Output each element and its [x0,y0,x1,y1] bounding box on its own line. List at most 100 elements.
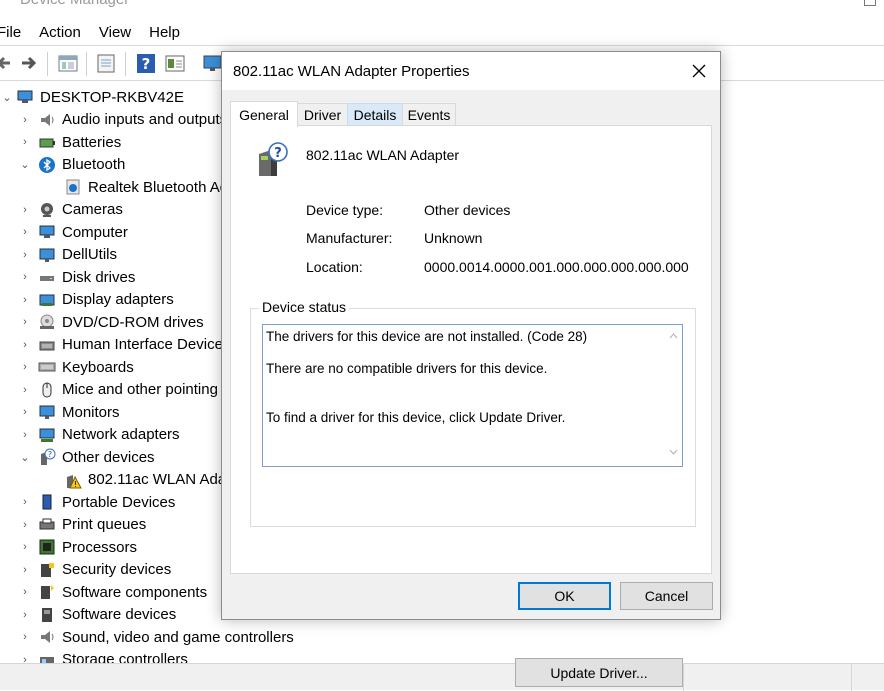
chevron-right-icon[interactable]: › [18,384,32,396]
device-name: 802.11ac WLAN Adapter [306,147,460,163]
window-title: Device Manager [0,0,129,11]
chevron-right-icon[interactable]: › [18,406,32,418]
speaker-icon [38,111,56,129]
manufacturer-label: Manufacturer: [306,230,393,246]
forward-arrow-icon[interactable] [18,53,40,74]
tree-item[interactable]: › Human Interface Devices [18,334,230,356]
chevron-down-icon[interactable]: ⌄ [0,91,14,104]
properties-grid-icon[interactable] [57,53,79,74]
chevron-right-icon[interactable]: › [18,519,32,531]
tree-item[interactable]: › Software components [18,581,207,603]
chevron-down-icon[interactable]: ⌄ [18,451,32,464]
tree-item[interactable]: › Batteries [18,131,121,153]
chevron-right-icon[interactable]: › [18,249,32,261]
chevron-right-icon[interactable]: › [18,114,32,126]
console-icon[interactable] [164,53,186,74]
chevron-down-icon[interactable]: ⌄ [18,158,32,171]
camera-icon [38,201,56,219]
tree-item-label: Keyboards [62,358,134,376]
chevron-right-icon[interactable]: › [18,316,32,328]
chevron-right-icon[interactable]: › [18,271,32,283]
tree-item[interactable]: › DellUtils [18,244,117,266]
toolbar-separator [125,52,126,76]
tree-item[interactable]: › Computer [18,221,128,243]
tree-item[interactable]: › Sound, video and game controllers [18,626,294,648]
software-device-icon [38,606,56,624]
tree-item-label: Audio inputs and outputs [62,111,228,128]
chevron-right-icon[interactable]: › [18,294,32,306]
chevron-right-icon[interactable]: › [18,339,32,351]
chevron-right-icon[interactable]: › [18,361,32,373]
software-component-icon [38,583,56,601]
tree-item[interactable]: › Disk drives [18,266,135,288]
cancel-button[interactable]: Cancel [620,582,713,610]
menu-help[interactable]: Help [149,24,180,41]
update-driver-button[interactable]: Update Driver... [515,658,683,687]
document-icon[interactable] [95,53,117,74]
chevron-right-icon[interactable]: › [18,226,32,238]
help-icon[interactable]: ? [135,53,157,74]
tree-item[interactable]: › Monitors [18,401,119,423]
svg-text:?: ? [142,55,151,73]
tree-item[interactable]: › Audio inputs and outputs [18,109,227,131]
menu-action[interactable]: Action [39,24,81,41]
tab-events[interactable]: Events [402,103,456,126]
portable-device-icon [38,493,56,511]
dialog-titlebar[interactable]: 802.11ac WLAN Adapter Properties [222,52,720,90]
tab-driver[interactable]: Driver [297,103,348,126]
device-status-group: Device status The drivers for this devic… [250,299,696,687]
tree-item[interactable]: ⌄? Other devices [18,446,155,468]
chevron-right-icon[interactable]: › [18,564,32,576]
toolbar-separator [86,52,87,76]
chevron-right-icon[interactable]: › [18,496,32,508]
back-arrow-icon[interactable] [0,53,16,74]
chevron-right-icon[interactable]: › [18,136,32,148]
tree-item-label: Cameras [62,201,123,218]
chevron-right-icon[interactable]: › [18,429,32,441]
toolbar-separator [47,52,48,76]
menu-file[interactable]: File [0,24,21,41]
tree-item[interactable]: › Display adapters [18,289,174,311]
tree-item-label: Other devices [62,448,155,466]
tree-item[interactable]: › Network adapters [18,424,179,446]
tab-details[interactable]: Details [347,103,403,126]
ok-button[interactable]: OK [518,582,611,610]
security-device-icon [38,561,56,579]
scroll-down-icon[interactable] [669,449,678,455]
tree-item[interactable]: › Software devices [18,604,176,626]
tree-item-label: Processors [62,538,138,556]
chevron-right-icon[interactable]: › [18,586,32,598]
tree-item-label: Portable Devices [62,493,176,511]
properties-dialog: 802.11ac WLAN Adapter Properties General… [221,51,721,687]
tree-item[interactable]: › Cameras [18,199,123,221]
monitor-icon [38,246,56,264]
device-status-textbox[interactable]: The drivers for this device are not inst… [262,324,683,467]
tree-item[interactable]: › DVD/CD-ROM drives [18,311,204,333]
menu-view[interactable]: View [99,24,131,41]
location-label: Location: [306,259,363,275]
dialog-title: 802.11ac WLAN Adapter Properties [233,63,470,80]
tree-item[interactable]: ⌄ Bluetooth [18,154,125,176]
unknown-device-icon: ? [259,142,288,176]
tree-item[interactable]: › Portable Devices [18,491,175,513]
tree-item[interactable]: › Security devices [18,559,171,581]
close-icon[interactable] [691,63,707,79]
battery-icon [38,133,56,151]
status-scrollbar[interactable] [665,325,682,466]
tree-root[interactable]: ⌄ DESKTOP-RKBV42E [0,86,184,108]
status-line: To find a driver for this device, click … [266,410,566,425]
chevron-right-icon[interactable]: › [18,541,32,553]
tree-item[interactable]: › Processors [18,536,137,558]
tab-general[interactable]: General [230,101,298,127]
chevron-right-icon[interactable]: › [18,609,32,621]
scroll-up-icon[interactable] [669,333,678,339]
chevron-right-icon[interactable]: › [18,204,32,216]
chevron-right-icon[interactable]: › [18,631,32,643]
tree-item-label: Human Interface Devices [62,336,231,353]
status-segment [683,664,684,691]
status-line: There are no compatible drivers for this… [266,361,548,376]
maximize-icon[interactable] [864,0,876,6]
tree-item[interactable]: › Print queues [18,514,146,536]
tree-item[interactable]: › Keyboards [18,356,134,378]
hid-icon [38,336,56,354]
